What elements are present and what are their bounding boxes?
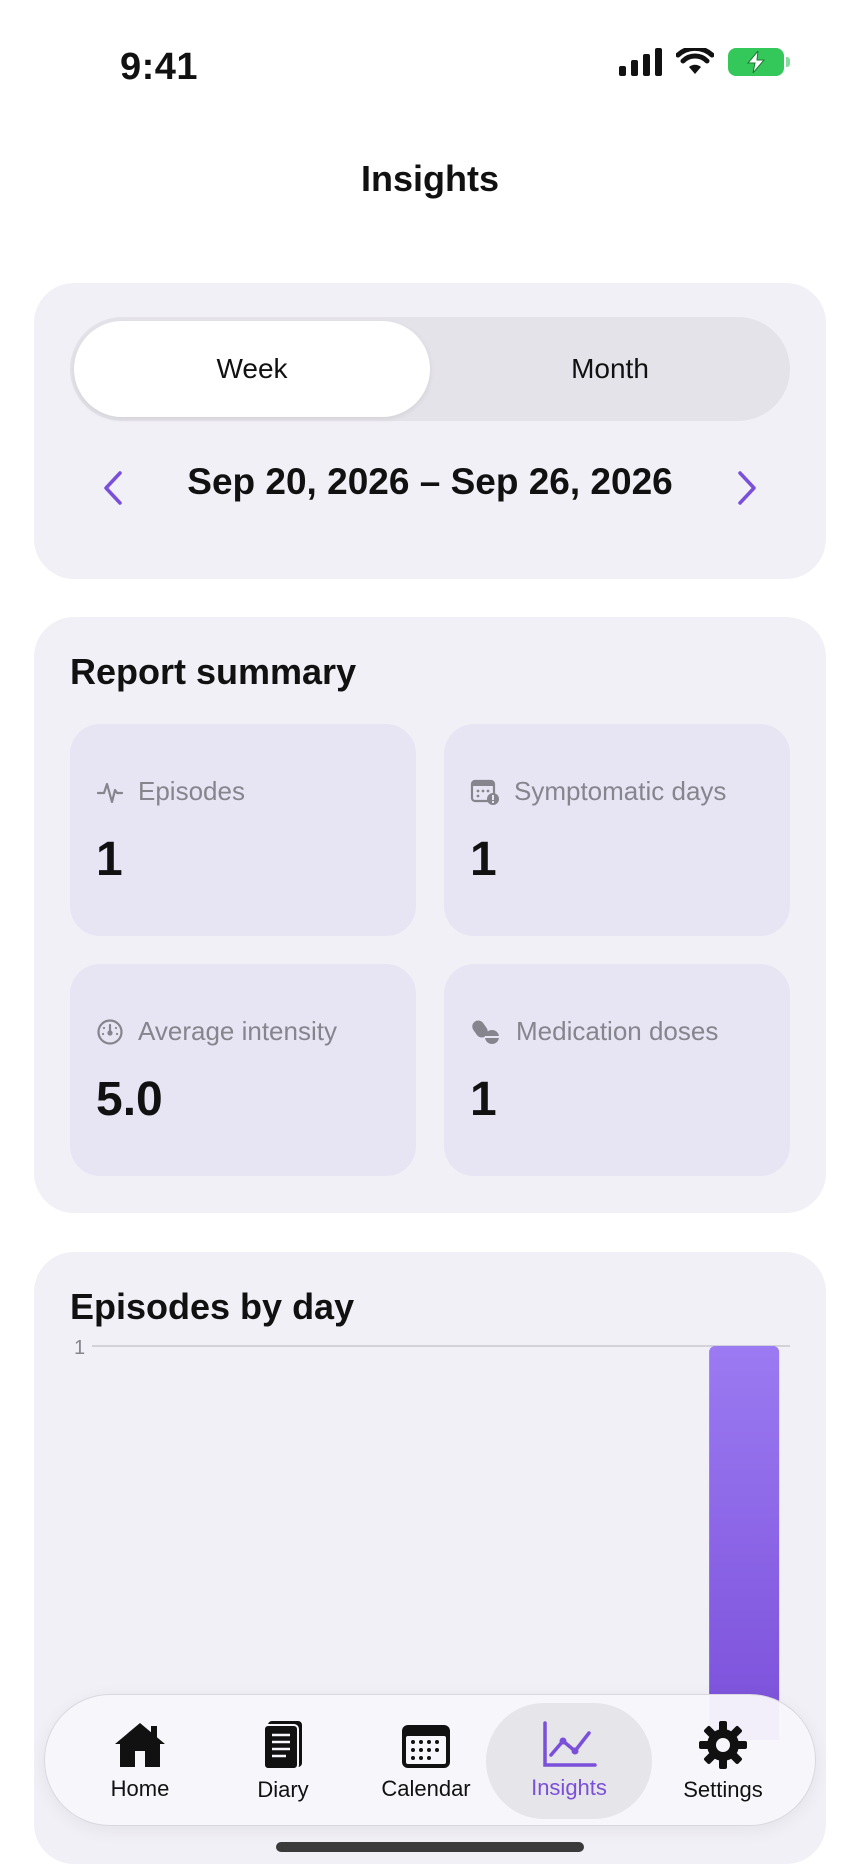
period-card: Week Month Sep 20, 2026 – Sep 26, 2026 <box>34 283 826 579</box>
bar-sep-26 <box>709 1346 780 1740</box>
battery-icon <box>728 48 790 76</box>
chart-line-icon <box>543 1721 597 1767</box>
stat-average-intensity-value: 5.0 <box>96 1073 163 1126</box>
tab-calendar-label: Calendar <box>381 1776 471 1801</box>
tab-diary[interactable]: Diary <box>210 1703 356 1819</box>
report-summary-card: Report summary Episodes 1 Symptomatic da… <box>34 617 826 1213</box>
stat-medication-doses: Medication doses 1 <box>444 964 790 1176</box>
house-icon <box>115 1723 165 1767</box>
stat-episodes-label: Episodes <box>138 776 245 806</box>
y-tick-label: 1 <box>74 1340 85 1359</box>
tab-insights-label: Insights <box>531 1775 607 1800</box>
stat-symptomatic-days: Symptomatic days 1 <box>444 724 790 936</box>
calendar-alert-icon <box>470 779 499 805</box>
period-segmented-control: Week Month <box>70 317 790 421</box>
stat-symptomatic-days-label: Symptomatic days <box>514 776 727 806</box>
chevron-right-icon <box>738 471 756 505</box>
tab-insights[interactable]: Insights <box>486 1703 652 1819</box>
segment-month[interactable]: Month <box>434 321 786 417</box>
previous-period-button[interactable] <box>90 465 136 511</box>
stat-symptomatic-days-value: 1 <box>470 833 497 886</box>
gauge-icon <box>97 1018 123 1045</box>
episodes-chart-title: Episodes by day <box>70 1286 355 1327</box>
stat-medication-doses-value: 1 <box>470 1073 497 1126</box>
report-summary-title: Report summary <box>70 651 357 692</box>
tab-bar: Home Diary Calendar Insights Settings <box>44 1694 816 1826</box>
stat-episodes-value: 1 <box>96 833 123 886</box>
wifi-icon <box>676 48 714 74</box>
page-title: Insights <box>360 158 499 199</box>
date-range-row: Sep 20, 2026 – Sep 26, 2026 <box>34 453 826 523</box>
tab-settings[interactable]: Settings <box>650 1703 796 1819</box>
stat-average-intensity: Average intensity 5.0 <box>70 964 416 1176</box>
status-icons <box>619 48 790 76</box>
tab-settings-label: Settings <box>683 1777 763 1802</box>
chevron-left-icon <box>104 471 122 505</box>
home-indicator <box>276 1842 584 1852</box>
stat-medication-doses-label: Medication doses <box>516 1016 719 1046</box>
pulse-icon <box>96 782 124 803</box>
cellular-signal-icon <box>619 48 662 76</box>
tab-home-label: Home <box>110 1776 170 1801</box>
tab-home[interactable]: Home <box>67 1703 213 1819</box>
tab-calendar[interactable]: Calendar <box>353 1703 499 1819</box>
calendar-icon <box>402 1725 450 1768</box>
stat-average-intensity-label: Average intensity <box>138 1016 337 1046</box>
episodes-bar-chart: 1 <box>74 1340 790 1740</box>
date-range-label: Sep 20, 2026 – Sep 26, 2026 <box>187 461 673 502</box>
gear-icon <box>699 1721 747 1769</box>
segment-week[interactable]: Week <box>74 321 430 417</box>
status-time: 9:41 <box>120 46 199 88</box>
next-period-button[interactable] <box>724 465 770 511</box>
stat-episodes: Episodes 1 <box>70 724 416 936</box>
tab-diary-label: Diary <box>257 1777 309 1802</box>
book-icon <box>263 1721 302 1770</box>
pills-icon <box>472 1020 499 1044</box>
insights-screen: 9:41 Insights Week Month Sep 20, 2026 – … <box>0 0 860 1870</box>
